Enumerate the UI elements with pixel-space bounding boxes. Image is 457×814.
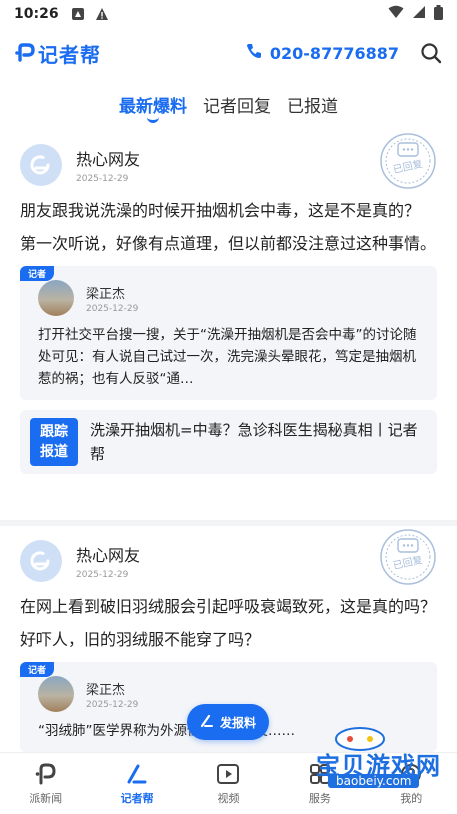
reply-text: 打开社交平台搜一搜，关于“洗澡开抽烟机是否会中毒”的讨论随处可见：有人说自己试过… [38,327,417,387]
pen-icon [200,714,214,731]
post-card[interactable]: 热心网友 2025-12-29 已回复 朋友跟我说洗澡的时候开抽烟机会中毒，这是… [0,133,457,474]
reply-date: 2025-12-29 [86,699,139,710]
tab-reported[interactable]: 已报道 [287,86,338,126]
reporter-name: 梁正杰 [86,286,126,302]
nav-label: 派新闻 [29,791,63,805]
replied-stamp-icon: 已回复 [379,132,437,190]
submit-tip-button[interactable]: 发报料 [187,704,269,740]
search-icon[interactable] [419,41,443,65]
reporter-name: 梁正杰 [86,682,126,698]
replied-stamp-icon: 已回复 [379,528,437,586]
user-name: 热心网友 [76,150,141,169]
phone-icon [246,43,262,63]
watermark-url: baobeiy.com [328,774,420,788]
battery-icon [434,4,443,24]
reporter-pen-icon [127,764,147,783]
reporter-avatar [38,676,74,712]
reporter-tag: 记者 [20,662,55,677]
signal-icon [412,5,426,23]
hotline-button[interactable]: 020-87776887 [246,43,399,63]
post-question: 在网上看到破旧羽绒服会引起呼吸衰竭致死，这是真的吗？ [20,597,437,616]
site-watermark: 宝贝游戏网 baobeiy.com [290,724,457,796]
status-bar: 10:26 [0,0,457,28]
user-name: 热心网友 [76,546,141,565]
nav-label: 视频 [217,791,240,805]
submit-tip-label: 发报料 [219,715,256,730]
tab-bar: 最新爆料 记者回复 已报道 [0,86,457,126]
tab-latest-tips[interactable]: 最新爆料 [119,86,187,126]
post-detail: 第一次听说，好像有点道理，但以前都没注意过这种事情。 [20,234,437,253]
avatar [20,144,62,186]
app-logo-icon [14,42,36,64]
nav-label: 记者帮 [120,791,154,805]
p-logo-icon [35,763,56,784]
reply-date: 2025-12-29 [86,303,139,314]
follow-up-badge: 跟踪 报道 [30,418,78,466]
status-time: 10:26 [14,6,59,22]
reporter-reply[interactable]: 记者 梁正杰 2025-12-29 打开社交平台搜一搜，关于“洗澡开抽烟机是否会… [20,266,437,400]
avatar [20,540,62,582]
follow-up-report-link[interactable]: 跟踪 报道 洗澡开抽烟机=中毒？急诊科医生揭秘真相丨记者帮 [20,410,437,474]
video-play-icon [217,763,240,784]
section-divider [0,520,457,526]
stamp-text: 已回复 [392,157,424,176]
post-date: 2025-12-29 [76,570,129,580]
app-logo-text: 记者帮 [38,42,101,67]
reporter-avatar [38,280,74,316]
app-notification-icon [71,7,85,21]
follow-badge-line2: 报道 [40,444,68,460]
wifi-icon [388,5,404,23]
follow-badge-line1: 跟踪 [40,424,68,440]
hotline-number: 020-87776887 [269,43,399,63]
nav-item-pai-news[interactable]: 派新闻 [6,762,86,806]
reporter-tag: 记者 [20,266,55,281]
tab-reporter-replies[interactable]: 记者回复 [203,86,271,126]
nav-item-video[interactable]: 视频 [188,762,268,806]
post-detail: 好吓人，旧的羽绒服不能穿了吗？ [20,630,261,649]
follow-up-title: 洗澡开抽烟机=中毒？急诊科医生揭秘真相丨记者帮 [90,421,418,463]
stamp-text: 已回复 [392,553,424,572]
app-header: 记者帮 020-87776887 [0,30,457,76]
app-logo: 记者帮 [14,39,101,68]
nav-item-reporter-help[interactable]: 记者帮 [97,762,177,806]
post-question: 朋友跟我说洗澡的时候开抽烟机会中毒，这是不是真的？ [20,201,421,220]
warning-icon [95,7,109,21]
post-date: 2025-12-29 [76,174,129,184]
